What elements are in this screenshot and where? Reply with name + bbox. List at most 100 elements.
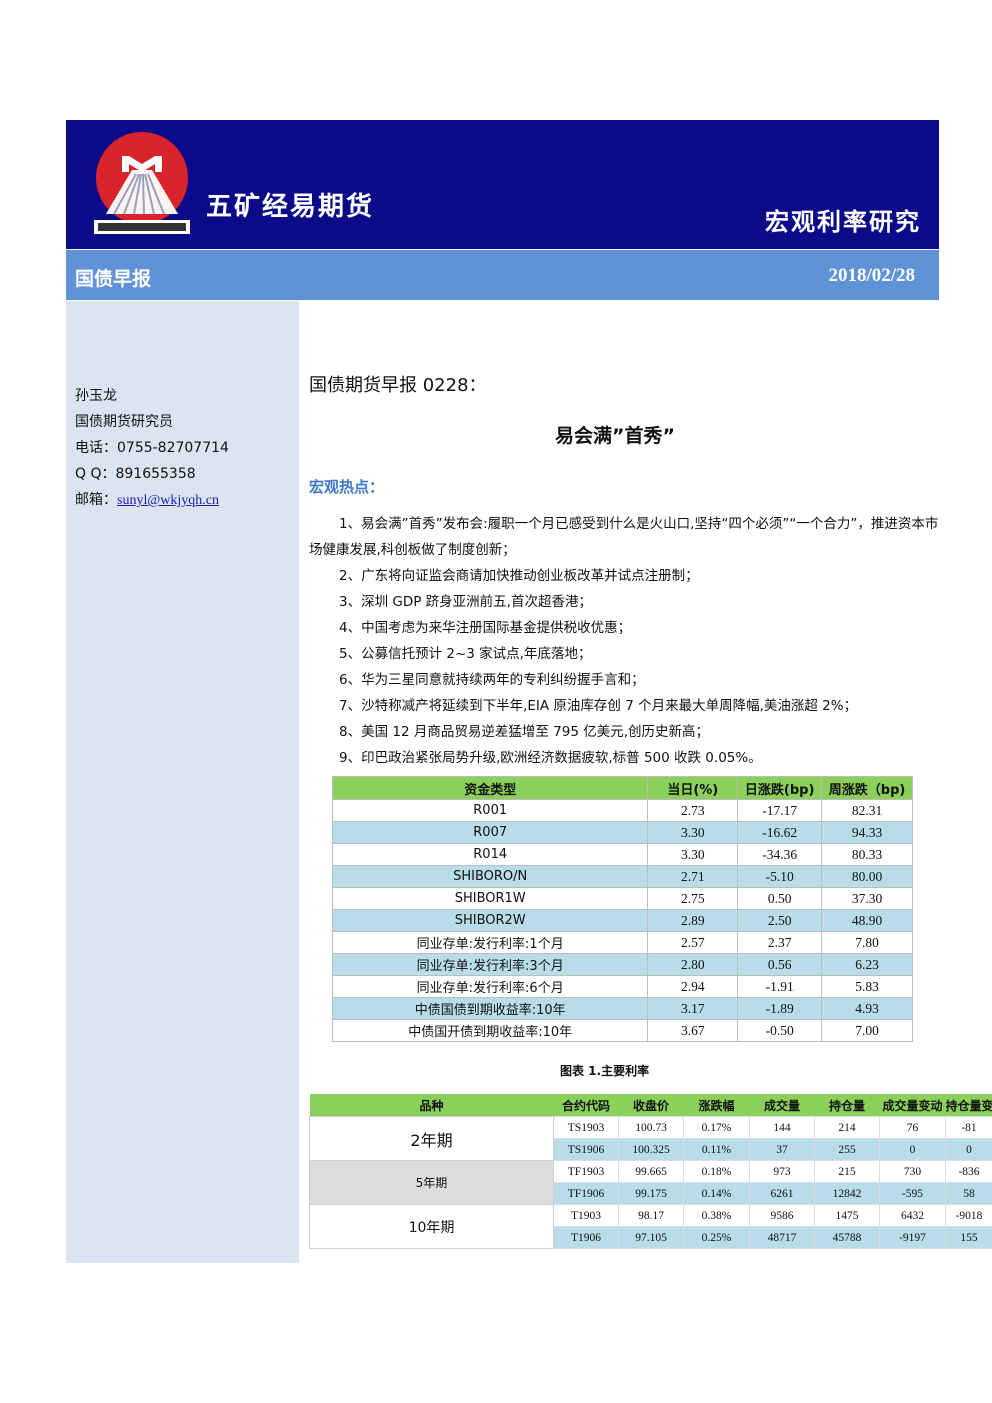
report-type: 国债早报 [75,268,152,290]
report-date: 2018/02/28 [828,265,915,286]
table-cell: 7.00 [821,1019,913,1042]
table-cell: 4.93 [821,997,913,1020]
table-cell: 0.50 [737,887,823,910]
author-qq: Q Q：891655358 [75,466,196,482]
table-cell: 80.00 [821,865,913,888]
news-item: 8、美国 12 月商品贸易逆差猛增至 795 亿美元,创历史新高； [339,724,709,740]
futures-header-row: 品种 合约代码 收盘价 涨跌幅 成交量 持仓量 成交量变动 持仓量变 [309,1094,992,1117]
table-cell: 2.89 [647,909,739,932]
macro-hotspot-label: 宏观热点： [309,478,385,496]
section-title: 宏观利率研究 [765,208,921,236]
table-cell: 94.33 [821,821,913,844]
col-header: 周涨跌（bp) [821,776,913,800]
rate-name-cell: R014 [331,843,649,866]
table-cell: 7.80 [821,931,913,954]
rate-name-cell: SHIBORO/N [331,865,649,888]
table-cell: -1.91 [737,975,823,998]
table-row: 中债国债到期收益率:10年 3.17 -1.89 4.93 [331,997,913,1020]
table-cell: 6261 [749,1182,815,1205]
table-row: 2年期 TS1903 100.73 0.17% 144 214 76 -81 [309,1116,992,1161]
table-cell: 3.30 [647,821,739,844]
col-header: 资金类型 [331,776,649,800]
col-header: 成交量变动 [879,1094,946,1117]
table-cell: 1475 [814,1204,880,1227]
table-row: SHIBORO/N 2.71 -5.10 80.00 [331,865,913,888]
table-cell: 0.18% [683,1160,750,1183]
rate-name-cell: 同业存单:发行利率:6个月 [331,975,649,998]
news-item: 3、深圳 GDP 跻身亚洲前五,首次超香港； [339,594,592,610]
table-cell: -17.17 [737,799,823,822]
table-cell: 144 [749,1116,815,1139]
table-cell: 2.80 [647,953,739,976]
table-cell: 214 [814,1116,880,1139]
table-cell: 0.38% [683,1204,750,1227]
table-cell: 45788 [814,1226,880,1249]
table-cell: 48717 [749,1226,815,1249]
table-row: R001 2.73 -17.17 82.31 [331,799,913,822]
table-cell: 82.31 [821,799,913,822]
table-cell: 3.17 [647,997,739,1020]
table-row: 同业存单:发行利率:3个月 2.80 0.56 6.23 [331,953,913,976]
report-type-bar: 国债早报 2018/02/28 [66,250,939,300]
news-item: 2、广东将向证监会商请加快推动创业板改革并试点注册制； [339,568,699,584]
news-item: 6、华为三星同意就持续两年的专利纠纷握手言和； [339,672,645,688]
email-link[interactable]: sunyl@wkjyqh.cn [117,493,219,508]
col-header: 当日(%) [647,776,739,800]
table-cell: 99.175 [618,1182,684,1205]
table-cell: TS1906 [553,1138,619,1161]
table-cell: -81 [945,1116,992,1139]
table-row: R014 3.30 -34.36 80.33 [331,843,913,866]
table-cell: -9018 [945,1204,992,1227]
table-cell: TS1903 [553,1116,619,1139]
col-header: 涨跌幅 [683,1094,750,1117]
table-cell: 6.23 [821,953,913,976]
table-cell: 12842 [814,1182,880,1205]
table-cell: -5.10 [737,865,823,888]
news-item: 1、易会满”首秀”发布会:履职一个月已感受到什么是火山口,坚持“四个必须”“一个… [309,516,939,558]
author-title: 国债期货研究员 [75,414,173,430]
col-header: 品种 [309,1094,554,1117]
table-cell: -836 [945,1160,992,1183]
table-cell: 215 [814,1160,880,1183]
table-row: SHIBOR2W 2.89 2.50 48.90 [331,909,913,932]
table-cell: 730 [879,1160,946,1183]
company-name: 五矿经易期货 [206,192,375,222]
rate-name-cell: SHIBOR2W [331,909,649,932]
table-row: 同业存单:发行利率:1个月 2.57 2.37 7.80 [331,931,913,954]
col-header: 持仓量变 [945,1094,992,1117]
table-cell: 2.50 [737,909,823,932]
news-item: 9、印巴政治紧张局势升级,欧洲经济数据疲软,标普 500 收跌 0.05%。 [339,750,762,766]
table-cell: 97.105 [618,1226,684,1249]
table-cell: 3.67 [647,1019,739,1042]
table-cell: 0 [879,1138,946,1161]
author-sidebar: 孙玉龙 国债期货研究员 电话：0755-82707714 Q Q：8916553… [66,301,299,1263]
rates-header-row: 资金类型 当日(%) 日涨跌(bp) 周涨跌（bp) [331,776,913,800]
table-cell: 6432 [879,1204,946,1227]
futures-table: 品种 合约代码 收盘价 涨跌幅 成交量 持仓量 成交量变动 持仓量变 2年期 TS… [309,1094,992,1249]
table-cell: T1906 [553,1226,619,1249]
variety-cell: 10年期 [309,1204,554,1249]
rates-table: 资金类型 当日(%) 日涨跌(bp) 周涨跌（bp) R001 2.73 -17.1… [331,776,913,1042]
table-cell: -0.50 [737,1019,823,1042]
table-cell: -9197 [879,1226,946,1249]
rate-name-cell: R007 [331,821,649,844]
table-cell: 0 [945,1138,992,1161]
table-cell: 155 [945,1226,992,1249]
variety-cell: 5年期 [309,1160,554,1205]
rates-body: R001 2.73 -17.17 82.31 R007 3.30 -16.62 94.33 R0… [331,799,913,1042]
table-row: 中债国开债到期收益率:10年 3.67 -0.50 7.00 [331,1019,913,1042]
news-item: 4、中国考虑为来华注册国际基金提供税收优惠； [339,620,632,636]
author-name: 孙玉龙 [75,388,117,404]
table-cell: 100.325 [618,1138,684,1161]
report-subheading: 易会满”首秀” [555,425,675,447]
report-heading: 国债期货早报 0228： [309,375,487,396]
table-row: 5年期 TF1903 99.665 0.18% 973 215 730 -836 [309,1160,992,1205]
table-cell: 0.17% [683,1116,750,1139]
table-cell: 2.37 [737,931,823,954]
rates-caption: 图表 1.主要利率 [560,1064,650,1078]
table-cell: 2.94 [647,975,739,998]
news-list: 1、易会满”首秀”发布会:履职一个月已感受到什么是火山口,坚持“四个必须”“一个… [309,511,949,771]
table-cell: -1.89 [737,997,823,1020]
rate-name-cell: 同业存单:发行利率:3个月 [331,953,649,976]
table-row: SHIBOR1W 2.75 0.50 37.30 [331,887,913,910]
